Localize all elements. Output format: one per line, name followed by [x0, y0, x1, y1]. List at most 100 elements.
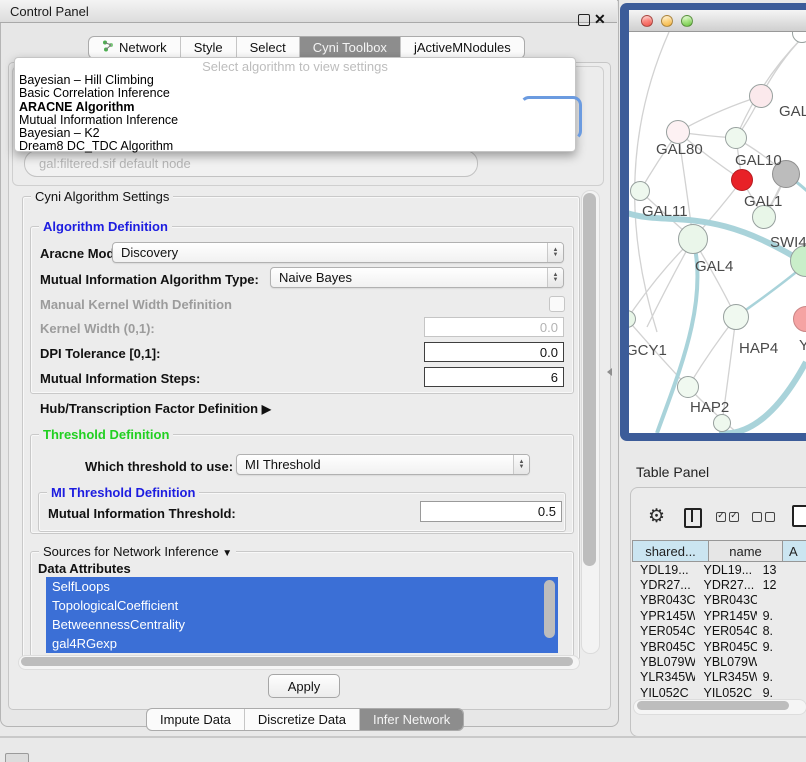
stepper-icon: [513, 455, 529, 474]
network-node[interactable]: [630, 181, 650, 201]
data-attributes-list[interactable]: SelfLoopsTopologicalCoefficientBetweenne…: [46, 577, 558, 653]
table-row[interactable]: YBR043CYBR043C: [632, 593, 806, 608]
column-header-shared[interactable]: shared...: [632, 540, 709, 562]
mi-threshold-field[interactable]: 0.5: [420, 501, 562, 522]
float-window-icon[interactable]: [578, 14, 590, 26]
attribute-item[interactable]: TopologicalCoefficient: [46, 596, 558, 615]
manual-kernel-checkbox[interactable]: [549, 296, 565, 312]
network-node[interactable]: [731, 169, 753, 191]
mac-zoom-icon[interactable]: [681, 15, 693, 27]
gear-icon[interactable]: ⚙: [648, 505, 665, 528]
network-node[interactable]: [749, 84, 773, 108]
mac-minimize-icon[interactable]: [661, 15, 673, 27]
network-canvas[interactable]: GALGAL80GAL10GAL1GAL11SWI4GAL4GCY1HAP4YH…: [629, 32, 806, 433]
table-cell: YDL19...: [632, 563, 695, 577]
network-node[interactable]: [678, 224, 708, 254]
tab-infer-network[interactable]: Infer Network: [359, 709, 463, 730]
network-node[interactable]: [677, 376, 699, 398]
table-header: shared... name A: [632, 540, 806, 562]
algorithm-option[interactable]: Bayesian – Hill Climbing: [15, 74, 575, 87]
attribute-item[interactable]: SelfLoops: [46, 577, 558, 596]
minimized-panel-icon[interactable]: [5, 753, 29, 762]
table-hscroll-thumb[interactable]: [637, 701, 789, 710]
checked-boxes-icon[interactable]: [716, 512, 739, 522]
network-node[interactable]: [713, 414, 731, 432]
node-label: GAL80: [656, 141, 703, 158]
sources-title[interactable]: Sources for Network Inference ▼: [39, 544, 236, 559]
kernel-width-label: Kernel Width (0,1):: [40, 321, 155, 336]
network-node[interactable]: [725, 127, 747, 149]
algorithm-option[interactable]: Basic Correlation Inference: [15, 87, 575, 100]
dpi-tolerance-field[interactable]: 0.0: [424, 342, 564, 362]
tab-style[interactable]: Style: [180, 37, 236, 58]
table-row[interactable]: YLR345WYLR345W9.: [632, 670, 806, 685]
table-cell: YDR27...: [632, 578, 695, 592]
tab-impute-data[interactable]: Impute Data: [147, 709, 244, 730]
table-cell: 12: [757, 578, 806, 592]
algorithm-option[interactable]: ARACNE Algorithm: [15, 101, 575, 114]
settings-vscroll-thumb[interactable]: [583, 193, 596, 566]
which-threshold-label: Which threshold to use:: [85, 459, 233, 474]
table-row[interactable]: YBR045CYBR045C9.: [632, 639, 806, 654]
mi-type-label: Mutual Information Algorithm Type:: [40, 272, 259, 287]
algorithm-option[interactable]: Mutual Information Inference: [15, 114, 575, 127]
node-label: GAL10: [735, 152, 782, 169]
column-header-name[interactable]: name: [709, 540, 783, 562]
table-row[interactable]: YDR27...YDR27...12: [632, 577, 806, 592]
aracne-mode-value: Discovery: [121, 245, 178, 260]
network-selector-value: gal:filtered.sif default node: [39, 156, 191, 171]
attribute-list-scrollbar[interactable]: [544, 580, 555, 638]
table-cell: YPR145W: [632, 609, 695, 623]
node-label: GAL1: [744, 193, 782, 210]
unchecked-boxes-icon[interactable]: [752, 512, 775, 522]
tab-cyni-toolbox[interactable]: Cyni Toolbox: [299, 37, 400, 58]
table-row[interactable]: YER054CYER054C8.: [632, 624, 806, 639]
close-icon[interactable]: ✕: [594, 10, 606, 28]
network-node[interactable]: [723, 304, 749, 330]
algorithm-dropdown-placeholder: Select algorithm to view settings: [15, 59, 575, 74]
attribute-item[interactable]: BetweennessCentrality: [46, 615, 558, 634]
collapse-down-icon[interactable]: ▼: [222, 548, 232, 559]
table-row[interactable]: YIL052CYIL052C9.: [632, 685, 806, 699]
mac-close-icon[interactable]: [641, 15, 653, 27]
screen: Control Panel ✕ Network Style Select Cyn…: [0, 0, 806, 762]
bottom-divider: [0, 736, 806, 738]
table-row[interactable]: YPR145WYPR145W9.: [632, 608, 806, 623]
expand-right-icon[interactable]: ▶: [262, 402, 271, 416]
table-row[interactable]: YBL079WYBL079W: [632, 654, 806, 669]
tab-select[interactable]: Select: [236, 37, 299, 58]
table-panel-title: Table Panel: [636, 464, 709, 480]
table-cell: YBL079W: [695, 655, 756, 669]
document-icon[interactable]: [792, 505, 806, 527]
table-cell: YBR045C: [695, 640, 756, 654]
table-cell: YLR345W: [695, 670, 756, 684]
mi-steps-field[interactable]: 6: [424, 367, 564, 387]
tab-discretize-data[interactable]: Discretize Data: [244, 709, 359, 730]
panel-splitter-arrow-icon[interactable]: [607, 368, 612, 376]
which-threshold-combo[interactable]: MI Threshold: [236, 454, 530, 475]
node-label: Y: [799, 337, 806, 354]
control-panel-titlebar[interactable]: Control Panel: [0, 0, 617, 23]
algorithm-option[interactable]: Bayesian – K2: [15, 127, 575, 140]
table-row[interactable]: YDL19...YDL19...13: [632, 562, 806, 577]
network-window-titlebar[interactable]: [629, 10, 806, 32]
settings-hscroll-thumb[interactable]: [21, 657, 573, 666]
mi-type-combo[interactable]: Naive Bayes: [270, 267, 564, 288]
hub-definition-expander[interactable]: Hub/Transcription Factor Definition ▶: [40, 401, 271, 416]
algorithm-list: Bayesian – Hill ClimbingBasic Correlatio…: [15, 74, 575, 154]
apply-button[interactable]: Apply: [268, 674, 340, 698]
aracne-mode-combo[interactable]: Discovery: [112, 242, 564, 263]
column-header-3[interactable]: A: [783, 540, 806, 562]
attribute-item[interactable]: gal4RGexp: [46, 634, 558, 653]
network-selector-combo[interactable]: gal:filtered.sif default node: [24, 150, 478, 177]
tab-jactivemnodules[interactable]: jActiveMNodules: [400, 37, 524, 58]
mi-type-value: Naive Bayes: [279, 270, 352, 285]
table-body: YDL19...YDL19...13YDR27...YDR27...12YBR0…: [632, 562, 806, 699]
kernel-width-field[interactable]: 0.0: [424, 317, 564, 337]
table-cell: YBR043C: [695, 593, 756, 607]
control-panel-title: Control Panel: [10, 4, 89, 19]
tab-network[interactable]: Network: [89, 37, 180, 58]
table-cell: 9.: [757, 686, 806, 699]
columns-icon[interactable]: [684, 508, 702, 528]
algorithm-option[interactable]: Dream8 DC_TDC Algorithm: [15, 140, 575, 153]
